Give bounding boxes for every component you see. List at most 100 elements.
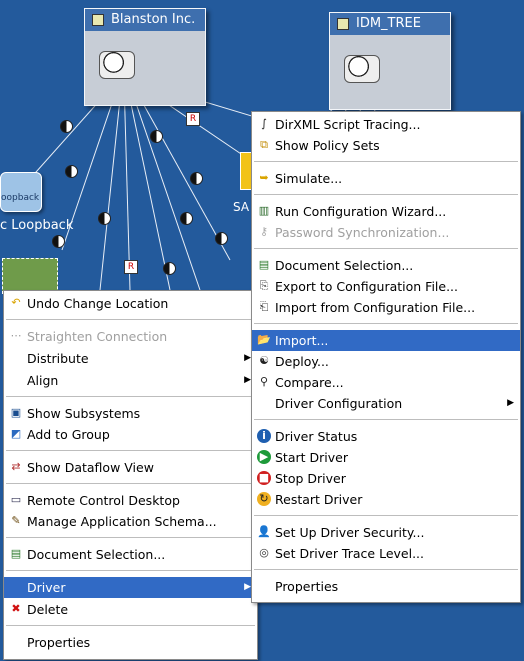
menu-separator (6, 625, 255, 626)
script-icon: ∫ (261, 117, 267, 130)
menu-item-start-driver[interactable]: ▶ Start Driver (252, 447, 520, 468)
yin-yang-icon (98, 212, 111, 225)
yin-yang-icon (163, 262, 176, 275)
loopback-node-text: oopback (1, 193, 40, 203)
menu-item-export-to-configuration-file[interactable]: ⎘ Export to Configuration File... (252, 276, 520, 297)
restart-icon: ↻ (257, 492, 271, 506)
yin-yang-icon (190, 172, 203, 185)
menu-item-password-synchronization: ⚷ Password Synchronization... (252, 222, 520, 243)
submenu-arrow-icon: ▶ (507, 398, 514, 408)
yin-yang-icon (52, 235, 65, 248)
menu-item-manage-application-schema[interactable]: ✎ Manage Application Schema... (4, 511, 257, 532)
menu-item-add-to-group[interactable]: ◩ Add to Group (4, 424, 257, 445)
submenu-arrow-icon: ▶ (244, 353, 251, 363)
folder-open-icon: 📂 (257, 333, 271, 346)
menu-item-import-from-configuration-file[interactable]: ⎗ Import from Configuration File... (252, 297, 520, 318)
menu-item-driver-configuration[interactable]: Driver Configuration ▶ (252, 393, 520, 414)
desktop-icon: ▭ (10, 493, 22, 506)
menu-separator (6, 450, 255, 451)
yin-yang-icon (65, 165, 78, 178)
menu-item-document-selection[interactable]: ▤ Document Selection... (4, 544, 257, 565)
tree-icon (92, 14, 104, 26)
tree-icon (337, 18, 349, 30)
yin-yang-icon (60, 120, 73, 133)
yin-yang-icon (150, 130, 163, 143)
loopback-label: c Loopback (0, 218, 74, 233)
menu-item-restart-driver[interactable]: ↻ Restart Driver (252, 489, 520, 510)
server-icon (99, 51, 135, 79)
password-icon: ⚷ (259, 225, 269, 238)
dataflow-icon: ⇄ (11, 460, 21, 473)
menu-separator (6, 396, 255, 397)
security-icon: 👤 (257, 525, 271, 538)
selected-driver-node[interactable] (2, 258, 58, 294)
subsystems-icon: ▣ (10, 406, 22, 419)
menu-item-stop-driver[interactable]: ■ Stop Driver (252, 468, 520, 489)
menu-item-dirxml-script-tracing[interactable]: ∫ DirXML Script Tracing... (252, 114, 520, 135)
menu-item-straighten-connection: ⋯ Straighten Connection (10, 329, 168, 344)
info-icon: i (257, 429, 271, 443)
submenu-arrow-icon: ▶ (244, 375, 251, 385)
deploy-icon: ☯ (259, 354, 269, 367)
menu-item-import[interactable]: 📂 Import... (252, 330, 520, 351)
trace-icon: ◎ (259, 546, 269, 559)
export-icon: ⎘ (259, 279, 269, 292)
menu-item-distribute[interactable]: Distribute ▶ (4, 348, 257, 369)
blanston-tree-node[interactable]: Blanston Inc. (84, 8, 206, 106)
menu-item-run-configuration-wizard[interactable]: ▥ Run Configuration Wizard... (252, 201, 520, 222)
menu-item-remote-control-desktop[interactable]: ▭ Remote Control Desktop (4, 490, 257, 511)
menu-item-show-policy-sets[interactable]: ⧉ Show Policy Sets (252, 135, 520, 156)
menu-separator (254, 569, 518, 570)
menu-item-driver-status[interactable]: i Driver Status (252, 426, 520, 447)
yin-yang-icon (180, 212, 193, 225)
wizard-icon: ▥ (258, 204, 270, 217)
remote-loader-icon: R (124, 260, 138, 274)
menu-item-properties[interactable]: Properties (252, 576, 520, 597)
menu-item-align[interactable]: Align ▶ (4, 370, 257, 391)
server-icon (344, 55, 380, 83)
canvas-context-menu: ↶ Undo Change Location ⋯ Straighten Connec… (3, 290, 258, 660)
idm-tree-node[interactable]: IDM_TREE (329, 12, 451, 110)
yin-yang-icon (215, 232, 228, 245)
sap-label: SA (233, 200, 250, 214)
menu-item-simulate[interactable]: ➥ Simulate... (252, 168, 520, 189)
menu-separator (254, 248, 518, 249)
document-icon: ▤ (258, 258, 270, 271)
menu-separator (254, 419, 518, 420)
menu-item-document-selection[interactable]: ▤ Document Selection... (252, 255, 520, 276)
menu-separator (254, 323, 518, 324)
menu-item-set-up-driver-security[interactable]: 👤 Set Up Driver Security... (252, 522, 520, 543)
remote-loader-icon: R (186, 112, 200, 126)
document-icon: ▤ (10, 547, 22, 560)
menu-item-show-dataflow-view[interactable]: ⇄ Show Dataflow View (4, 457, 257, 478)
delete-icon: ✖ (11, 602, 21, 615)
loopback-driver-node[interactable]: oopback (0, 172, 42, 212)
submenu-arrow-icon: ▶ (244, 582, 251, 592)
menu-separator (6, 537, 255, 538)
menu-item-properties[interactable]: Properties (4, 632, 257, 653)
menu-item-show-subsystems[interactable]: ▣ Show Subsystems (4, 403, 257, 424)
stop-icon: ■ (257, 471, 271, 485)
menu-item-driver[interactable]: Driver ▶ (4, 577, 257, 598)
group-icon: ◩ (10, 427, 22, 440)
menu-separator (254, 194, 518, 195)
menu-item-set-driver-trace-level[interactable]: ◎ Set Driver Trace Level... (252, 543, 520, 564)
menu-separator (254, 515, 518, 516)
menu-separator (6, 483, 255, 484)
schema-icon: ✎ (11, 514, 21, 527)
menu-item-undo-change-location[interactable]: ↶ Undo Change Location (4, 293, 257, 314)
menu-item-deploy[interactable]: ☯ Deploy... (252, 351, 520, 372)
menu-separator (6, 319, 255, 320)
node-title: Blanston Inc. (111, 12, 196, 27)
menu-separator (6, 570, 255, 571)
menu-separator (254, 161, 518, 162)
compare-icon: ⚲ (259, 375, 269, 388)
menu-item-delete[interactable]: ✖ Delete (4, 599, 257, 620)
driver-submenu: ∫ DirXML Script Tracing... ⧉ Show Policy S… (251, 111, 521, 603)
policy-icon: ⧉ (260, 138, 268, 151)
menu-item-compare[interactable]: ⚲ Compare... (252, 372, 520, 393)
node-title: IDM_TREE (356, 16, 421, 31)
import-file-icon: ⎗ (259, 300, 269, 313)
simulate-icon: ➥ (259, 171, 269, 184)
undo-icon: ↶ (11, 296, 21, 309)
